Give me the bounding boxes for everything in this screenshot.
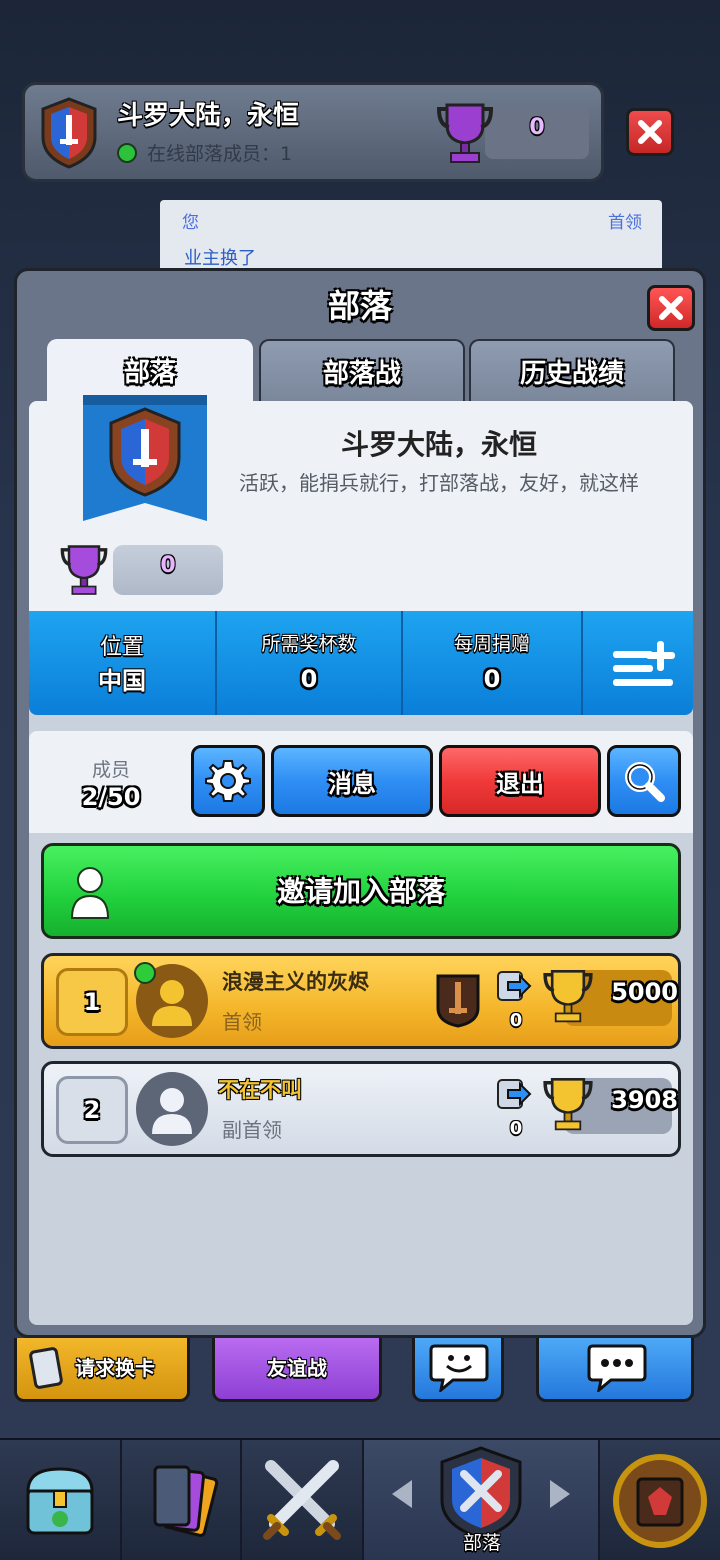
chat-message-peek: 您 首领 业主换了 <box>160 200 662 274</box>
member-donations: 0 <box>509 1118 523 1139</box>
chat-bubble-icon <box>587 1344 647 1392</box>
stat-divider <box>581 611 583 715</box>
clan-content: 斗罗大陆，永恒 活跃，能捐兵就行，打部落战，友好，就这样 0 位置 中国 所需奖… <box>29 395 693 1325</box>
chat-sender: 您 <box>182 213 199 233</box>
gear-icon <box>205 760 251 802</box>
nav-prev-arrow[interactable] <box>392 1480 412 1508</box>
request-cards-label: 请求换卡 <box>75 1356 155 1380</box>
chat-emote-icon <box>429 1344 489 1392</box>
trophy-icon <box>60 545 108 595</box>
stat-value: 0 <box>483 665 501 693</box>
member-trophies: 3908 <box>611 1086 678 1114</box>
tab-clan[interactable]: 部落 <box>47 339 253 401</box>
member-role: 首领 <box>222 1010 262 1034</box>
nav-shop[interactable] <box>0 1440 120 1560</box>
cards-icon <box>153 1465 219 1537</box>
chat-sender-role: 首领 <box>608 213 642 233</box>
exit-clan-button[interactable]: 退出 <box>439 745 601 817</box>
tab-war-history[interactable]: 历史战绩 <box>469 339 675 401</box>
clan-info-card: 斗罗大陆，永恒 活跃，能捐兵就行，打部落战，友好，就这样 0 <box>29 395 693 611</box>
donate-icon <box>497 971 532 1001</box>
online-indicator <box>134 962 156 984</box>
stat-label: 每周捐赠 <box>453 633 530 655</box>
invite-to-clan-button[interactable]: 邀请加入部落 <box>41 843 681 939</box>
bottom-nav <box>0 1438 720 1560</box>
invite-label: 邀请加入部落 <box>276 875 445 908</box>
member-role: 副首领 <box>222 1118 282 1142</box>
clan-description: 活跃，能捐兵就行，打部落战，友好，就这样 <box>239 471 639 495</box>
member-row[interactable]: 1 浪漫主义的灰烬 首领 0 5000 <box>41 953 681 1049</box>
close-icon <box>638 120 662 144</box>
clan-tabs: 部落 部落战 历史战绩 <box>47 339 677 401</box>
tab-clan-war[interactable]: 部落战 <box>259 339 465 401</box>
tournament-icon <box>613 1454 707 1548</box>
member-trophies: 5000 <box>611 978 678 1006</box>
member-donations: 0 <box>509 1010 523 1031</box>
nav-tournament[interactable] <box>600 1440 720 1560</box>
avatar <box>136 1072 208 1146</box>
league-shield-icon <box>436 974 480 1028</box>
close-panel-button[interactable] <box>647 285 695 331</box>
clan-stats-bar: 位置 中国 所需奖杯数 0 每周捐赠 0 <box>29 611 693 715</box>
stat-location: 位置 中国 <box>29 611 215 715</box>
stat-label: 位置 <box>99 635 144 660</box>
request-cards-button[interactable]: 请求换卡 <box>14 1338 190 1402</box>
member-rank: 1 <box>56 968 128 1036</box>
friendly-battle-label: 友谊战 <box>267 1356 327 1380</box>
stat-value: 中国 <box>98 667 146 695</box>
stat-label: 所需奖杯数 <box>261 633 357 655</box>
battle-swords-icon <box>263 1460 341 1540</box>
member-name: 浪漫主义的灰烬 <box>222 970 369 994</box>
person-icon <box>152 1088 192 1134</box>
members-label: 成员 <box>91 759 130 781</box>
top-trophy-value: 0 <box>529 115 545 140</box>
nav-cards[interactable] <box>122 1440 240 1560</box>
settings-button[interactable] <box>191 745 265 817</box>
panel-title: 部落 <box>327 287 392 325</box>
close-icon <box>659 296 683 320</box>
online-members-text: 在线部落成员：1 <box>147 143 293 165</box>
chat-message-text: 业主换了 <box>184 248 256 269</box>
friendly-battle-button[interactable]: 友谊战 <box>212 1338 382 1402</box>
list-add-icon[interactable] <box>611 639 675 689</box>
members-count: 2/50 <box>81 783 141 811</box>
emote-button[interactable] <box>412 1338 504 1402</box>
member-name: 不在不叫 <box>218 1078 302 1102</box>
clan-panel: 部落 部落 部落战 历史战绩 斗罗大陆，永恒 活跃，能捐兵就行，打部落战，友好，… <box>14 268 706 1338</box>
clan-trophy-value: 0 <box>160 553 176 578</box>
nav-active-label: 部落 <box>462 1532 501 1554</box>
chest-icon <box>26 1467 94 1535</box>
online-indicator <box>117 143 137 163</box>
clan-shield-icon <box>440 1446 522 1540</box>
clan-name: 斗罗大陆，永恒 <box>340 428 537 461</box>
clan-banner-icon <box>83 395 207 521</box>
top-clan-name: 斗罗大陆，永恒 <box>117 101 300 131</box>
close-chat-button[interactable] <box>626 108 674 156</box>
member-row[interactable]: 2 不在不叫 副首领 0 3908 <box>41 1061 681 1157</box>
search-button[interactable] <box>607 745 681 817</box>
stat-weekly-donations: 每周捐赠 0 <box>403 611 581 715</box>
donate-icon <box>497 1079 532 1109</box>
chat-button[interactable] <box>536 1338 694 1402</box>
member-rank: 2 <box>56 1076 128 1144</box>
clan-chat-header: 斗罗大陆，永恒 在线部落成员：1 0 <box>22 82 604 182</box>
search-icon <box>625 762 665 802</box>
members-header: 成员 2/50 消息 退出 <box>29 731 693 833</box>
nav-battle[interactable] <box>242 1440 362 1560</box>
stat-value: 0 <box>300 665 318 693</box>
stat-required-trophies: 所需奖杯数 0 <box>217 611 401 715</box>
nav-next-arrow[interactable] <box>550 1480 570 1508</box>
message-button[interactable]: 消息 <box>271 745 433 817</box>
clan-shield-icon <box>41 97 97 169</box>
